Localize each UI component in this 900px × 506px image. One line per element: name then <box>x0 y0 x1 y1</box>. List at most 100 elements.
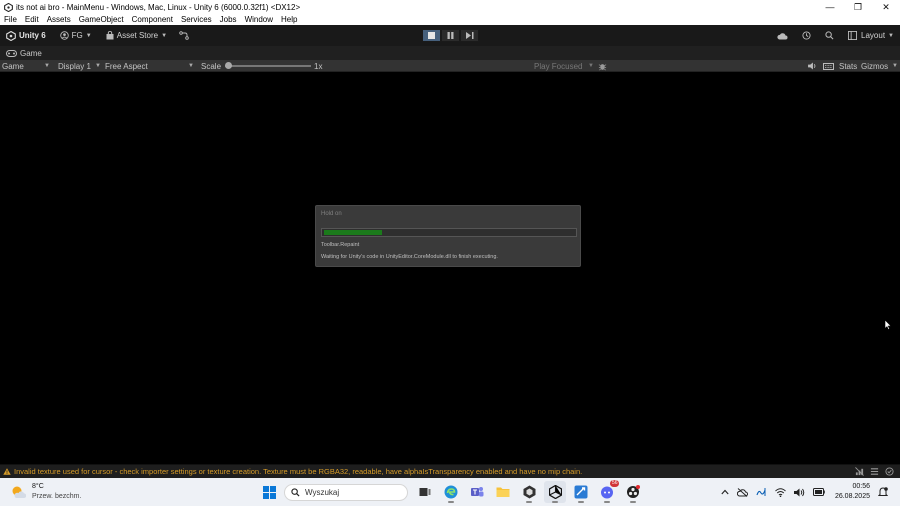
gizmos-dropdown[interactable]: Gizmos ▼ <box>861 60 898 72</box>
tray-language-switch[interactable] <box>756 487 767 497</box>
play-focused-select[interactable]: Play Focused ▼ <box>534 60 595 72</box>
pen-input-icon <box>756 488 766 496</box>
menu-component[interactable]: Component <box>132 15 173 24</box>
menu-file[interactable]: File <box>4 15 17 24</box>
menu-jobs[interactable]: Jobs <box>220 15 237 24</box>
discord-icon <box>601 486 613 499</box>
console-message: Invalid texture used for cursor - check … <box>14 467 583 476</box>
aspect-select-value: Free Aspect <box>105 61 148 71</box>
step-button[interactable] <box>460 29 479 42</box>
pause-button[interactable] <box>441 29 460 42</box>
wifi-icon <box>775 487 786 497</box>
progress-bar-fill <box>324 230 382 235</box>
clock-time: 00:56 <box>852 483 870 490</box>
scale-slider[interactable] <box>225 62 311 69</box>
play-controls <box>422 29 479 42</box>
task-view-icon <box>419 488 431 496</box>
start-button[interactable] <box>258 481 280 503</box>
version-control-icon <box>179 31 189 40</box>
display-select-value: Display 1 <box>58 61 91 71</box>
taskbar-search-box[interactable]: Wyszukaj <box>284 483 408 501</box>
windows-logo-icon <box>262 485 276 499</box>
visual-studio-icon <box>574 485 588 499</box>
play-button[interactable] <box>422 29 441 42</box>
speaker-icon <box>808 62 816 70</box>
menu-gameobject[interactable]: GameObject <box>79 15 124 24</box>
notifications-button[interactable] <box>878 486 888 498</box>
unity-logo-icon <box>6 30 16 41</box>
record-app-icon <box>627 485 640 498</box>
unity-app-icon <box>3 2 13 12</box>
menu-assets[interactable]: Assets <box>47 15 71 24</box>
layout-label: Layout <box>861 31 886 40</box>
auto-refresh-button[interactable] <box>885 467 894 476</box>
game-viewport[interactable] <box>0 72 900 464</box>
chevron-down-icon: ▼ <box>44 63 50 69</box>
close-button[interactable]: ✕ <box>872 0 900 14</box>
search-icon <box>825 31 834 40</box>
chevron-down-icon: ▼ <box>85 32 92 39</box>
progress-dialog: Hold on Toolbar.Repaint Waiting for Unit… <box>315 205 581 267</box>
gizmos-label: Gizmos <box>861 61 889 71</box>
chevron-down-icon: ▼ <box>95 63 101 69</box>
clock-date: 26.08.2025 <box>834 493 870 500</box>
folder-icon <box>496 487 510 497</box>
scale-label: Scale <box>201 61 222 71</box>
taskbar-apps: Wyszukaj 56 <box>258 480 648 503</box>
tray-battery[interactable] <box>812 488 825 496</box>
bug-icon <box>598 63 607 70</box>
taskbar-visual-studio[interactable] <box>570 481 592 503</box>
stats-button[interactable]: Stats <box>839 60 857 72</box>
bug-button[interactable] <box>598 60 607 72</box>
tray-volume[interactable] <box>793 488 805 497</box>
weather-description: Przew. bezchm. <box>32 493 82 500</box>
account-dropdown[interactable]: FG ▼ <box>59 31 92 40</box>
task-view-button[interactable] <box>414 481 436 503</box>
version-control-button[interactable] <box>179 31 189 40</box>
tray-network-off[interactable] <box>736 487 748 497</box>
menu-help[interactable]: Help <box>281 15 297 24</box>
window-title-bar[interactable]: its not ai bro - MainMenu - Windows, Mac… <box>0 0 900 14</box>
layout-dropdown[interactable]: Layout ▼ <box>848 31 894 40</box>
cloud-button[interactable] <box>777 32 788 40</box>
aspect-select[interactable]: Free Aspect ▼ <box>105 60 195 72</box>
speaker-icon <box>793 488 805 496</box>
step-forward-icon <box>465 32 473 39</box>
scale-slider-handle[interactable] <box>225 62 232 69</box>
taskbar-edge[interactable] <box>440 481 462 503</box>
keyboard-shortcuts-button[interactable] <box>823 60 834 72</box>
windows-taskbar: 8°C Przew. bezchm. Wyszukaj 56 00:56 26.… <box>0 478 900 506</box>
minimize-button[interactable]: — <box>816 0 844 14</box>
network-status-button[interactable] <box>855 467 864 476</box>
console-status-bar[interactable]: Invalid texture used for cursor - check … <box>0 464 900 478</box>
menu-edit[interactable]: Edit <box>25 15 39 24</box>
taskbar-obs[interactable] <box>622 481 644 503</box>
show-hidden-icons-button[interactable] <box>721 489 729 495</box>
history-button[interactable] <box>802 31 811 40</box>
taskbar-clock[interactable]: 00:56 26.08.2025 <box>835 482 870 502</box>
progress-tasks-button[interactable] <box>870 467 879 476</box>
taskbar-teams[interactable] <box>466 481 488 503</box>
mouse-cursor-icon <box>884 317 892 335</box>
menu-window[interactable]: Window <box>245 15 273 24</box>
view-select[interactable]: Game ▼ <box>2 60 52 72</box>
taskbar-unity-editor[interactable] <box>544 481 566 503</box>
check-circle-icon <box>885 467 894 476</box>
taskbar-file-explorer[interactable] <box>492 481 514 503</box>
chevron-down-icon: ▼ <box>892 63 898 69</box>
search-button[interactable] <box>825 31 834 40</box>
weather-widget[interactable]: 8°C Przew. bezchm. <box>10 482 81 502</box>
taskbar-unity-hub[interactable] <box>518 481 540 503</box>
discord-notification-badge: 56 <box>610 480 619 487</box>
search-icon <box>291 487 300 497</box>
taskbar-discord[interactable]: 56 <box>596 480 619 503</box>
restore-button[interactable]: ❐ <box>844 0 872 14</box>
tray-wifi[interactable] <box>775 487 786 497</box>
mute-audio-button[interactable] <box>808 60 817 72</box>
tab-game[interactable]: Game <box>0 49 42 58</box>
asset-store-dropdown[interactable]: Asset Store ▼ <box>106 31 167 40</box>
display-select[interactable]: Display 1 ▼ <box>58 60 102 72</box>
main-toolbar: Unity 6 FG ▼ Asset Store ▼ Layout ▼ <box>0 25 900 46</box>
menu-services[interactable]: Services <box>181 15 212 24</box>
unity-button[interactable]: Unity 6 <box>6 30 46 41</box>
